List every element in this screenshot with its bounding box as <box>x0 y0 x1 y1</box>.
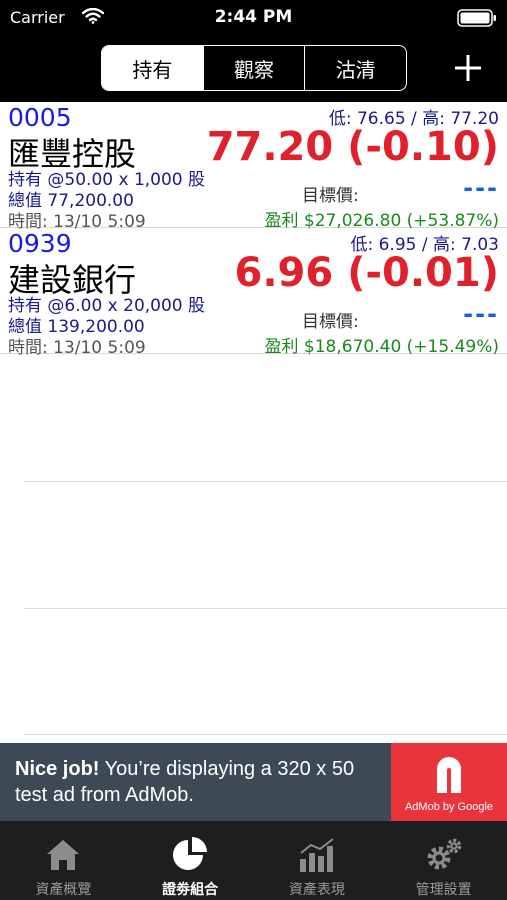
tab-overview[interactable]: 資產概覽 <box>0 821 127 900</box>
battery-icon <box>457 9 497 31</box>
target-price-label: 目標價: <box>302 186 359 206</box>
add-button[interactable] <box>451 51 485 85</box>
tab-label: 資產概覽 <box>35 882 92 898</box>
target-price-value: --- <box>463 174 499 202</box>
row-divider <box>24 608 507 609</box>
tab-performance[interactable]: 資產表現 <box>254 821 381 900</box>
tab-label: 管理設置 <box>415 882 472 898</box>
pie-chart-icon <box>170 835 210 875</box>
gear-icon <box>424 835 464 875</box>
plus-icon <box>455 55 481 81</box>
target-price-value: --- <box>463 300 499 328</box>
stock-row[interactable]: 0939 低: 6.95 / 高: 7.03 建設銀行 6.96 (-0.01)… <box>0 228 507 358</box>
ad-headline: Nice job! <box>15 758 100 780</box>
status-bar: Carrier 2:44 PM <box>0 0 507 35</box>
target-price-label: 目標價: <box>302 312 359 332</box>
nav-bar: 持有 觀察 沽清 <box>0 35 507 102</box>
segment-sold[interactable]: 沽清 <box>304 46 406 90</box>
stock-list: 0005 低: 76.65 / 高: 77.20 匯豐控股 77.20 (-0.… <box>0 102 507 358</box>
row-divider <box>24 481 507 482</box>
ad-banner[interactable]: Nice job! You’re displaying a 320 x 50 t… <box>0 743 507 821</box>
tab-settings[interactable]: 管理設置 <box>380 821 507 900</box>
tab-label: 證劵組合 <box>162 882 219 898</box>
tab-portfolio[interactable]: 證劵組合 <box>127 821 254 900</box>
admob-icon <box>437 757 461 793</box>
segment-watch[interactable]: 觀察 <box>202 46 305 90</box>
segment-holding[interactable]: 持有 <box>102 46 203 90</box>
stock-row[interactable]: 0005 低: 76.65 / 高: 77.20 匯豐控股 77.20 (-0.… <box>0 102 507 232</box>
admob-logo[interactable]: AdMob by Google <box>391 743 507 821</box>
tab-bar: 資產概覽 證劵組合 資產表現 管理設置 <box>0 821 507 900</box>
stock-code: 0939 <box>8 229 72 258</box>
status-time: 2:44 PM <box>214 7 293 27</box>
stock-code: 0005 <box>8 103 72 132</box>
stock-profit: 盈利 $18,670.40 (+15.49%) <box>264 337 499 357</box>
admob-caption: AdMob by Google <box>404 801 494 813</box>
row-divider <box>24 734 507 735</box>
stock-price: 77.20 (-0.10) <box>206 124 499 170</box>
home-icon <box>43 835 83 875</box>
ad-text: Nice job! You’re displaying a 320 x 50 t… <box>15 756 385 808</box>
tab-label: 資產表現 <box>288 882 345 898</box>
bar-chart-icon <box>297 835 337 875</box>
stock-price: 6.96 (-0.01) <box>234 250 499 296</box>
holdings-segmented-control: 持有 觀察 沽清 <box>101 45 407 91</box>
stock-time: 時間: 13/10 5:09 <box>8 338 146 358</box>
